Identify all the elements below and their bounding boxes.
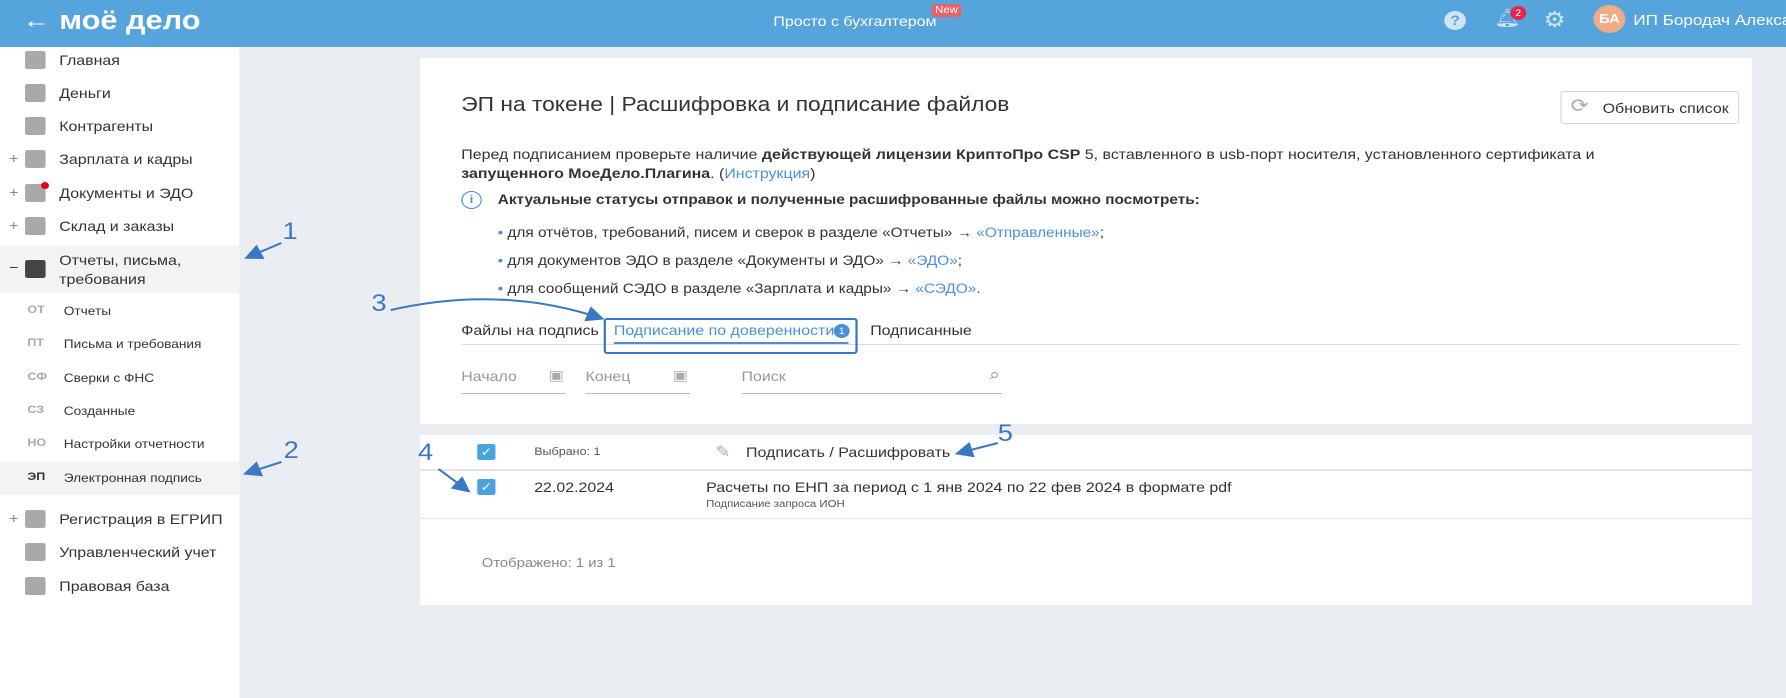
arrow-2 bbox=[242, 461, 282, 477]
annotation-3: 3 bbox=[371, 290, 387, 317]
arrow-1 bbox=[244, 242, 282, 259]
arrow-3 bbox=[390, 298, 605, 322]
arrow-4 bbox=[437, 468, 471, 493]
annotation-1: 1 bbox=[282, 218, 298, 245]
annotation-5: 5 bbox=[997, 420, 1013, 447]
annotation-arrows bbox=[242, 242, 999, 493]
annotation-2: 2 bbox=[283, 437, 299, 464]
arrow-5 bbox=[954, 441, 999, 458]
annotation-4: 4 bbox=[418, 439, 434, 466]
